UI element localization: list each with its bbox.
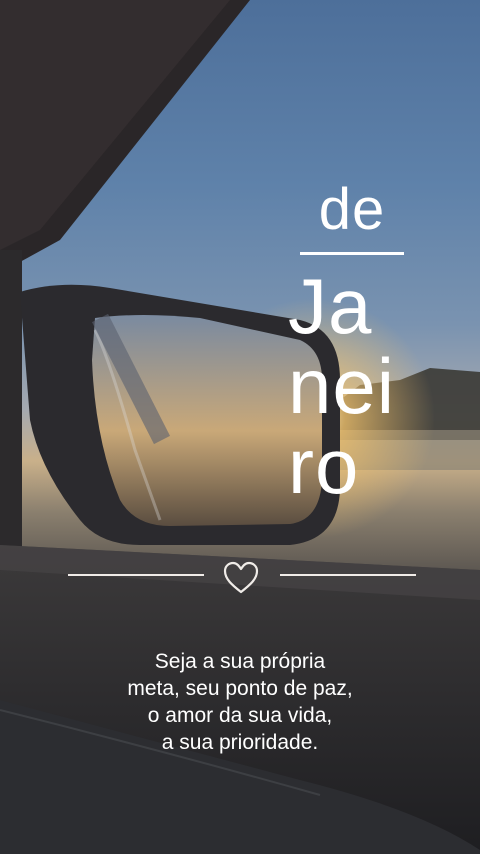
story-card: de Ja nei ro Seja a sua própria meta, se… bbox=[0, 0, 480, 854]
quote-text: Seja a sua própria meta, seu ponto de pa… bbox=[0, 648, 480, 756]
title-month: Ja nei ro bbox=[288, 266, 395, 506]
title-line-1: Ja bbox=[288, 262, 373, 350]
quote-line-3: o amor da sua vida, bbox=[147, 704, 333, 727]
title-line-2: nei bbox=[288, 342, 396, 430]
quote-line-2: meta, seu ponto de paz, bbox=[127, 677, 353, 700]
divider-left bbox=[68, 574, 204, 576]
quote-line-4: a sua prioridade. bbox=[161, 731, 319, 754]
title-prefix: de bbox=[318, 177, 386, 242]
title-line-3: ro bbox=[288, 422, 360, 510]
heart-outline-icon bbox=[223, 561, 259, 594]
quote-line-1: Seja a sua própria bbox=[154, 650, 326, 673]
divider-right bbox=[280, 574, 416, 576]
title-underline bbox=[300, 252, 404, 255]
